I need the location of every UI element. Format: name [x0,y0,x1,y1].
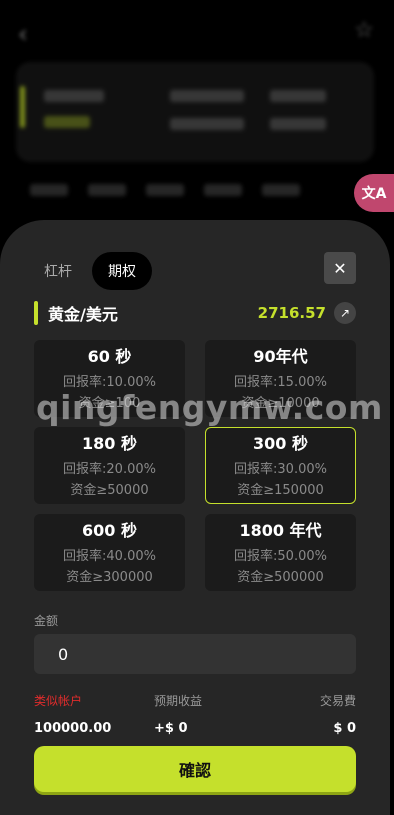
translate-icon: 文A [361,186,387,202]
background-blur-block [262,184,300,196]
back-icon: ‹ [18,20,28,48]
background-card-accent [20,86,25,128]
fee-value: $ 0 [333,721,356,736]
option-title: 60 秒 [87,347,132,366]
pair-price: 2716.57 [257,304,326,322]
option-min: 资金≥500000 [237,570,324,585]
tab-leverage[interactable]: 杠杆 [36,252,80,290]
option-title: 180 秒 [82,434,137,453]
option-card[interactable]: 1800 年代 回报率:50.00% 资金≥500000 [205,514,356,591]
close-icon: ✕ [333,258,347,278]
close-button[interactable]: ✕ [324,252,356,284]
arrow-up-right-icon[interactable]: ↗ [334,302,356,324]
background-blur-block [88,184,126,196]
background-blur-block [30,184,68,196]
expected-label: 预期收益 [154,694,203,708]
option-title: 1800 年代 [239,521,322,540]
background-blur-block [170,90,244,102]
confirm-button[interactable]: 確認 [34,746,356,792]
account-label: 类似帐户 [34,694,83,708]
option-min: 资金≥10000 [241,396,320,411]
pair-name: 黄金/美元 [48,305,118,324]
background-price-card [16,62,374,162]
background-blur-block [270,118,326,130]
background-header: ‹ ☆ [0,0,394,64]
pair-row: 黄金/美元 2716.57 ↗ [34,300,356,326]
background-tabs [30,176,354,204]
pair-accent-bar [34,301,38,325]
option-title: 600 秒 [82,521,137,540]
background-blur-block [204,184,242,196]
option-rate: 回报率:30.00% [234,462,327,477]
option-min: 资金≥100 [78,396,141,411]
option-card-selected[interactable]: 300 秒 回报率:30.00% 资金≥150000 [205,427,356,504]
account-value: 100000.00 [34,721,112,736]
background-blur-block [170,118,244,130]
order-stats: 类似帐户 预期收益 交易費 100000.00 +$ 0 $ 0 [34,692,356,736]
background-blur-block [270,90,326,102]
background-blur-block [44,116,90,128]
fee-label: 交易費 [319,694,356,708]
option-card[interactable]: 90年代 回报率:15.00% 资金≥10000 [205,340,356,417]
option-min: 资金≥150000 [237,483,324,498]
mode-tabs: 杠杆 期权 [36,252,152,290]
option-title: 90年代 [253,347,308,366]
option-title: 300 秒 [253,434,308,453]
expected-value: +$ 0 [154,721,188,736]
tab-options[interactable]: 期权 [92,252,152,290]
amount-label: 金额 [34,614,59,628]
option-rate: 回报率:50.00% [234,549,327,564]
amount-input[interactable] [34,634,356,674]
option-rate: 回报率:40.00% [63,549,156,564]
background-blur-block [44,90,104,102]
order-sheet: 杠杆 期权 ✕ 黄金/美元 2716.57 ↗ 60 秒 回报率:10.00% … [0,220,390,815]
duration-options: 60 秒 回报率:10.00% 资金≥100 90年代 回报率:15.00% 资… [34,340,356,591]
translate-button[interactable]: 文A [354,174,394,212]
option-card[interactable]: 600 秒 回报率:40.00% 资金≥300000 [34,514,185,591]
background-blur-block [146,184,184,196]
option-min: 资金≥300000 [66,570,153,585]
option-rate: 回报率:10.00% [63,375,156,390]
option-card[interactable]: 180 秒 回报率:20.00% 资金≥50000 [34,427,185,504]
option-rate: 回报率:15.00% [234,375,327,390]
star-icon: ☆ [354,18,374,43]
option-rate: 回报率:20.00% [63,462,156,477]
option-min: 资金≥50000 [70,483,149,498]
option-card[interactable]: 60 秒 回报率:10.00% 资金≥100 [34,340,185,417]
